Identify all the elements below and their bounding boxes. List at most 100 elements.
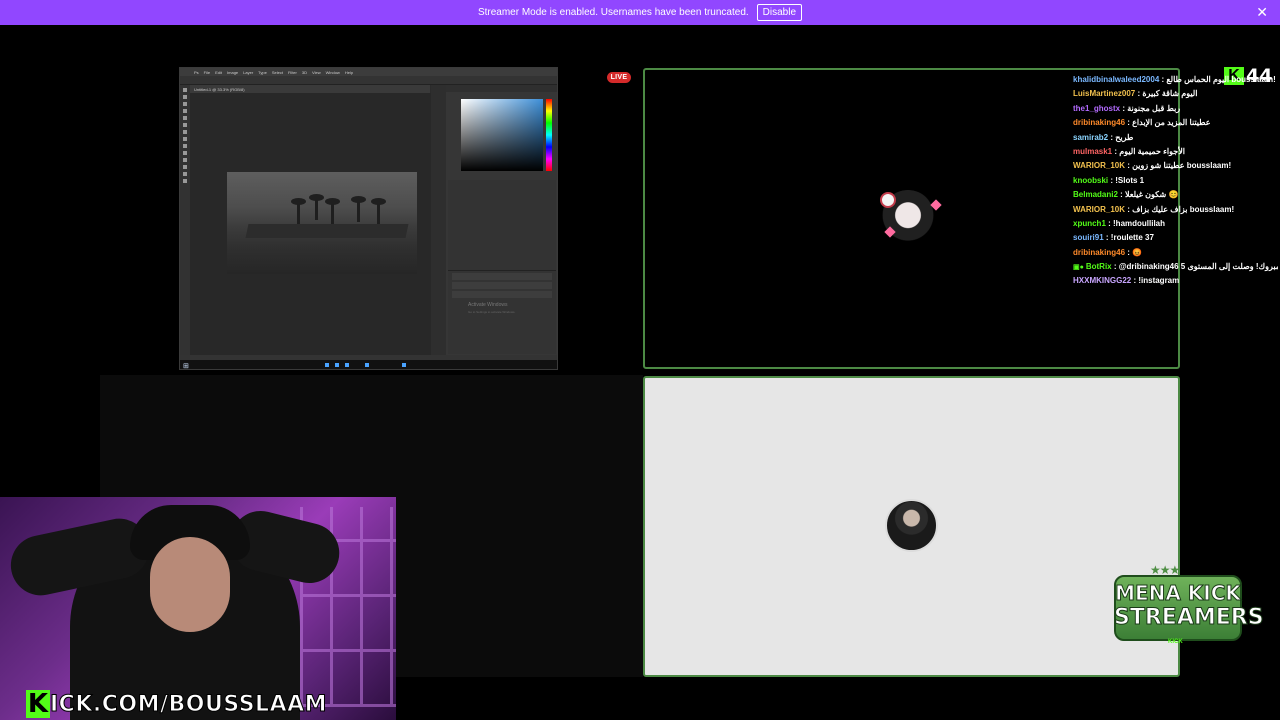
chat-username[interactable]: souiri91 — [1073, 233, 1104, 242]
menu-item[interactable]: Window — [326, 70, 340, 75]
layer-row[interactable] — [452, 282, 552, 289]
chat-username[interactable]: dribinaking46 — [1073, 248, 1125, 257]
color-panel-tabs[interactable] — [446, 85, 557, 92]
document-tab[interactable]: Untitled-1 @ 33.3% (RGB/8) — [190, 85, 430, 93]
streamer-face — [150, 537, 230, 632]
lasso-tool-icon[interactable] — [183, 102, 187, 106]
photoshop-options-bar — [180, 76, 557, 85]
participant-avatar — [880, 190, 942, 246]
chat-username[interactable]: xpunch1 — [1073, 219, 1106, 228]
right-panels: Activate Windows Go to Settings to activ… — [446, 85, 557, 355]
chat-text: شكون غيلعلا 😊 — [1125, 190, 1179, 200]
photoshop-menubar: Ps File Edit Image Layer Type Select Fil… — [180, 68, 557, 76]
avatar-badge-icon — [880, 192, 896, 208]
zoom-tool-icon[interactable] — [183, 179, 187, 183]
chat-message: ▣● BotRix : @dribinaking46 إمبروك! وصلت إ… — [1073, 260, 1278, 274]
pen-tool-icon[interactable] — [183, 151, 187, 155]
chat-username[interactable]: mulmask1 — [1073, 147, 1112, 156]
stamp-tool-icon[interactable] — [183, 130, 187, 134]
move-tool-icon[interactable] — [183, 88, 187, 92]
chat-username[interactable]: Belmadani2 — [1073, 190, 1118, 199]
kick-k-logo: K — [26, 689, 50, 719]
properties-panel — [448, 180, 556, 270]
type-tool-icon[interactable] — [183, 158, 187, 162]
menu-item[interactable]: Ps — [194, 70, 199, 75]
taskbar-app-icon[interactable] — [325, 363, 329, 367]
chat-text: !instagram — [1138, 276, 1180, 286]
windows-start-icon[interactable]: ⊞ — [183, 362, 189, 369]
taskbar-app-icon[interactable] — [402, 363, 406, 367]
chat-username[interactable]: khalidbinalwaleed2004 — [1073, 75, 1159, 84]
menu-item[interactable]: Filter — [288, 70, 297, 75]
menu-item[interactable]: File — [204, 70, 210, 75]
activate-windows-text: Activate Windows — [468, 302, 508, 308]
taskbar-app-icon[interactable] — [365, 363, 369, 367]
menu-item[interactable]: Layer — [243, 70, 253, 75]
chat-text: !Slots 1 — [1115, 175, 1145, 185]
hue-slider[interactable] — [546, 99, 552, 171]
hand-tool-icon[interactable] — [183, 172, 187, 176]
eraser-tool-icon[interactable] — [183, 137, 187, 141]
chat-text: طريح — [1115, 132, 1134, 142]
chat-username[interactable]: the1_ghostx — [1073, 104, 1120, 113]
menu-item[interactable]: 3D — [302, 70, 307, 75]
layer-row[interactable] — [452, 273, 552, 280]
eyedropper-tool-icon[interactable] — [183, 116, 187, 120]
panel-dock — [431, 85, 446, 355]
chat-text: عطيتنا المزيد من الإبداع — [1132, 118, 1211, 128]
menu-item[interactable]: View — [312, 70, 321, 75]
chat-message: the1_ghostx : ربط قبل مجنونة — [1073, 103, 1181, 113]
chat-message: khalidbinalwaleed2004 : اليوم الحماس طال… — [1073, 75, 1276, 84]
shape-tool-icon[interactable] — [183, 165, 187, 169]
close-icon[interactable]: ✕ — [1256, 5, 1268, 19]
chat-text: @dribinaking46 إمبروك! وصلت إلى المستوى … — [1118, 262, 1278, 272]
chat-username[interactable]: HXXMKINGG22 — [1073, 276, 1131, 285]
menu-item[interactable]: Help — [345, 70, 353, 75]
chat-message: knoobski : !Slots 1 — [1073, 175, 1145, 185]
menu-item[interactable]: Edit — [215, 70, 222, 75]
badge-sub: KICK — [1168, 639, 1183, 645]
bot-icon: ▣● — [1073, 264, 1084, 272]
participant-avatar — [885, 499, 938, 552]
photoshop-toolbar — [180, 85, 190, 355]
chat-username[interactable]: dribinaking46 — [1073, 118, 1125, 127]
marquee-tool-icon[interactable] — [183, 95, 187, 99]
banner-message: Streamer Mode is enabled. Usernames have… — [477, 7, 749, 18]
chat-text: !hamdoullilah — [1113, 218, 1166, 228]
chat-username[interactable]: samirab2 — [1073, 133, 1108, 142]
menu-item[interactable]: Select — [272, 70, 283, 75]
canvas-area[interactable] — [190, 93, 431, 355]
chat-message: dribinaking46 : عطيتنا المزيد من الإبداع — [1073, 118, 1211, 128]
chat-message: HXXMKINGG22 : !instagram — [1073, 276, 1180, 286]
color-picker-field[interactable] — [461, 99, 543, 171]
chat-username[interactable]: WARIOR_10K — [1073, 161, 1125, 170]
mena-kick-streamers-badge: ★★★ MENA KICK STREAMERS KICK — [1114, 563, 1265, 649]
chat-username[interactable]: BotRix — [1086, 262, 1112, 271]
chat-text: !roulette 37 — [1110, 233, 1154, 243]
gradient-tool-icon[interactable] — [183, 144, 187, 148]
taskbar-app-icon[interactable] — [335, 363, 339, 367]
heart-icon — [884, 226, 896, 238]
chat-username[interactable]: WARIOR_10K — [1073, 205, 1125, 214]
brush-tool-icon[interactable] — [183, 123, 187, 127]
live-badge: LIVE — [607, 72, 631, 83]
chat-overlay: khalidbinalwaleed2004 : اليوم الحماس طال… — [1073, 73, 1278, 289]
chat-message: dribinaking46 : 😡 — [1073, 247, 1143, 257]
chat-text: ربط قبل مجنونة — [1127, 103, 1181, 113]
chat-username[interactable]: LuisMartinez007 — [1073, 89, 1135, 98]
crop-tool-icon[interactable] — [183, 109, 187, 113]
layers-panel: Activate Windows Go to Settings to activ… — [448, 270, 556, 354]
disable-streamer-mode-button[interactable]: Disable — [756, 4, 803, 21]
taskbar-app-icon[interactable] — [345, 363, 349, 367]
badge-line-2: STREAMERS — [1114, 605, 1265, 631]
chat-message: samirab2 : طريح — [1073, 132, 1134, 142]
chat-username[interactable]: knoobski — [1073, 176, 1108, 185]
menu-item[interactable]: Type — [258, 70, 267, 75]
layer-row[interactable] — [452, 291, 552, 298]
screen-share-photoshop: Ps File Edit Image Layer Type Select Fil… — [179, 67, 558, 370]
streamer-mode-banner: Streamer Mode is enabled. Usernames have… — [0, 0, 1280, 25]
chat-text: اليوم الحماس طالع bousslaam! — [1166, 75, 1276, 84]
webcam-feed — [0, 497, 396, 720]
menu-item[interactable]: Image — [227, 70, 238, 75]
chat-message: WARIOR_10K : بزاف عليك بزاف bousslaam! — [1073, 204, 1235, 214]
